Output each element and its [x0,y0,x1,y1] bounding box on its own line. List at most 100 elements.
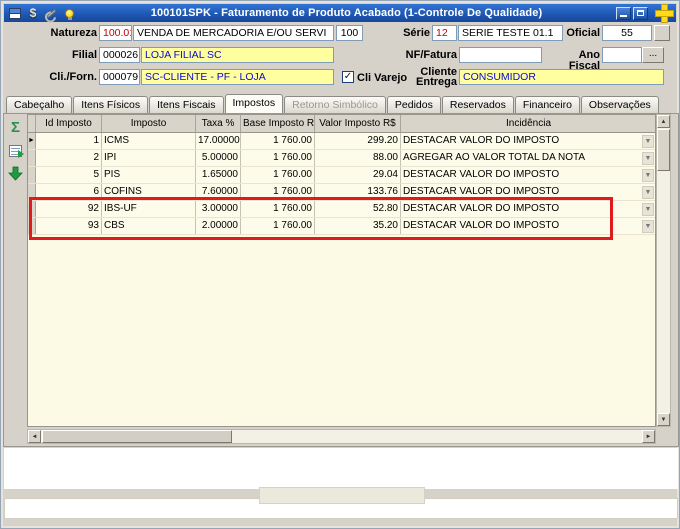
row-indicator [28,218,36,234]
natureza-desc-field[interactable]: VENDA DE MERCADORIA E/OU SERVI [133,25,334,41]
sum-button[interactable]: Σ [6,118,25,137]
maximize-button[interactable] [633,6,648,20]
faded-button [259,487,425,504]
cell-valor: 88.00 [315,150,401,166]
cell-id: 92 [36,201,102,217]
ano-fiscal-lookup-button[interactable]: ... [642,47,664,63]
column-header-imposto[interactable]: Imposto [102,115,196,132]
natureza-label: Natureza [50,27,97,39]
cli-forn-desc-field[interactable]: SC-CLIENTE - PF - LOJA [141,69,334,85]
scroll-down-icon[interactable]: ▼ [657,413,670,426]
filial-label: Filial [71,49,97,61]
column-header-taxa[interactable]: Taxa % [196,115,241,132]
impostos-table: Id Imposto Imposto Taxa % Base Imposto R$ Va… [27,114,656,427]
incidencia-text: DESTACAR VALOR DO IMPOSTO [403,186,560,197]
table-row[interactable]: 92 IBS-UF 3.00000 1 760.00 52.80 DESTACAR VAL… [28,201,655,218]
dropdown-icon[interactable]: ▼ [642,185,654,199]
cell-id: 1 [36,133,102,149]
scroll-up-icon[interactable]: ▲ [657,115,670,128]
cell-id: 2 [36,150,102,166]
cell-taxa: 3.00000 [196,201,241,217]
filial-desc-field[interactable]: LOJA FILIAL SC [141,47,334,63]
cell-imposto: PIS [102,167,196,183]
dropdown-icon[interactable]: ▼ [642,202,654,216]
scroll-right-icon[interactable]: ► [642,430,655,443]
app-window: $ 100101SPK - Faturamento de Produto Aca… [0,0,680,529]
maximize-icon [637,10,644,16]
table-row[interactable]: 6 COFINS 7.60000 1 760.00 133.76 DESTACAR VAL… [28,184,655,201]
tab-reservados[interactable]: Reservados [441,96,514,113]
table-row[interactable]: 93 CBS 2.00000 1 760.00 35.20 DESTACAR VALOR … [28,218,655,235]
table-body: ► 1 ICMS 17.00000 1 760.00 299.20 DESTACAR VAL… [28,133,655,235]
nf-fatura-label: NF/Fatura [405,49,457,61]
serie-desc-field[interactable]: SERIE TESTE 01.1 [458,25,563,41]
dropdown-icon[interactable]: ▼ [642,219,654,233]
horizontal-scrollbar[interactable]: ◄ ► [27,429,656,444]
tab-financeiro[interactable]: Financeiro [514,96,580,113]
cell-incidencia: DESTACAR VALOR DO IMPOSTO ▼ [401,167,655,183]
cell-valor: 299.20 [315,133,401,149]
system-menu-icon[interactable] [7,6,23,20]
tab-pedidos[interactable]: Pedidos [386,96,441,113]
horizontal-scroll-thumb[interactable] [42,430,232,443]
incidencia-text: DESTACAR VALOR DO IMPOSTO [403,135,560,146]
cell-valor: 29.04 [315,167,401,183]
cell-base: 1 760.00 [241,133,315,149]
minimize-button[interactable] [616,6,631,20]
column-header-incidencia[interactable]: Incidência [401,115,655,132]
nf-fatura-field[interactable] [459,47,542,63]
column-header-id[interactable]: Id Imposto [36,115,102,132]
wrench-icon[interactable] [43,6,59,20]
serie-code-field[interactable]: 12 [432,25,457,41]
title-bar: $ 100101SPK - Faturamento de Produto Aca… [4,4,676,22]
close-button[interactable] [656,4,673,22]
import-button[interactable] [6,164,25,183]
cli-forn-label: Cli./Forn. [49,71,97,83]
column-header-base[interactable]: Base Imposto R$ [241,115,315,132]
tab-cabecalho[interactable]: Cabeçalho [6,96,73,113]
natureza-code-field[interactable]: 100.01 [99,25,132,41]
cli-forn-code-field[interactable]: 000079 [99,69,140,85]
cell-id: 93 [36,218,102,234]
cell-base: 1 760.00 [241,184,315,200]
row-indicator-header [28,115,36,132]
filial-code-field[interactable]: 000026 [99,47,140,63]
cell-taxa: 1.65000 [196,167,241,183]
cell-base: 1 760.00 [241,150,315,166]
vertical-scrollbar[interactable]: ▲ ▼ [656,114,671,427]
green-down-arrow-icon [8,166,23,181]
money-icon[interactable]: $ [25,6,41,20]
incidencia-text: DESTACAR VALOR DO IMPOSTO [403,203,560,214]
cell-base: 1 760.00 [241,167,315,183]
natureza-num-field[interactable]: 100 [336,25,363,41]
cell-taxa: 5.00000 [196,150,241,166]
cli-varejo-label: Cli Varejo [357,72,408,84]
vertical-scroll-thumb[interactable] [657,129,670,171]
report-button[interactable] [6,141,25,160]
oficial-lookup-button[interactable] [654,25,670,41]
tab-observacoes[interactable]: Observações [580,96,659,113]
row-indicator [28,201,36,217]
lightbulb-icon[interactable] [61,6,77,20]
dropdown-icon[interactable]: ▼ [642,151,654,165]
tab-itens-fisicos[interactable]: Itens Físicos [73,96,149,113]
cell-imposto: IBS-UF [102,201,196,217]
table-row[interactable]: 5 PIS 1.65000 1 760.00 29.04 DESTACAR VALOR D… [28,167,655,184]
table-row[interactable]: 2 IPI 5.00000 1 760.00 88.00 AGREGAR AO VALOR… [28,150,655,167]
column-header-valor[interactable]: Valor Imposto R$ [315,115,401,132]
cell-base: 1 760.00 [241,218,315,234]
dropdown-icon[interactable]: ▼ [642,134,654,148]
cell-taxa: 2.00000 [196,218,241,234]
cell-incidencia: AGREGAR AO VALOR TOTAL DA NOTA ▼ [401,150,655,166]
cell-valor: 52.80 [315,201,401,217]
ano-fiscal-field[interactable] [602,47,642,63]
oficial-field[interactable]: 55 [602,25,652,41]
tab-impostos[interactable]: Impostos [224,94,284,113]
tab-itens-fiscais[interactable]: Itens Fiscais [149,96,224,113]
table-row[interactable]: ► 1 ICMS 17.00000 1 760.00 299.20 DESTACAR VAL… [28,133,655,150]
cli-varejo-checkbox[interactable]: ✓ [342,71,354,83]
tab-retorno-simbolico: Retorno Simbólico [284,96,386,113]
dropdown-icon[interactable]: ▼ [642,168,654,182]
cliente-entrega-field[interactable]: CONSUMIDOR [459,69,664,85]
scroll-left-icon[interactable]: ◄ [28,430,41,443]
